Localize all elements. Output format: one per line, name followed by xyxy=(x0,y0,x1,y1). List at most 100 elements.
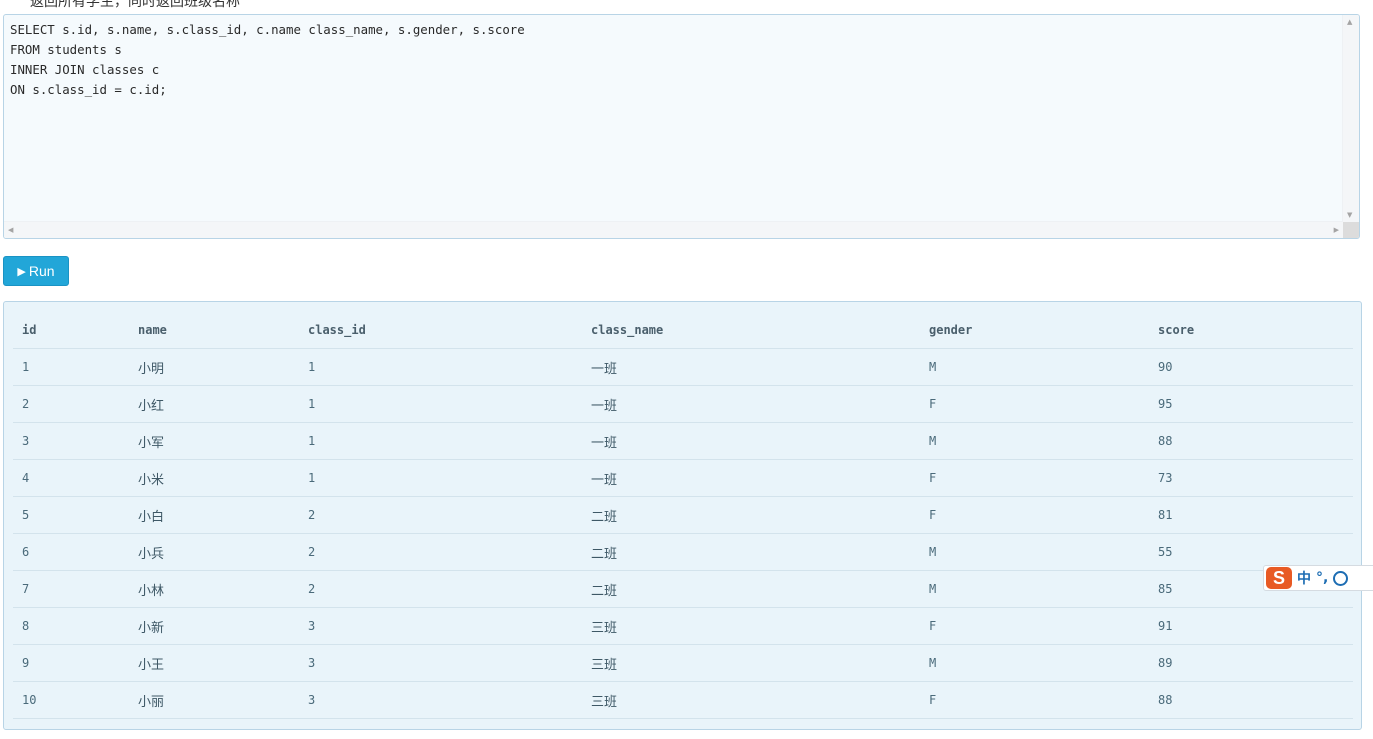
table-row: 8 小新 3 三班 F 91 xyxy=(13,607,1353,645)
table-cell-id: 9 xyxy=(13,644,129,682)
column-header: score xyxy=(1149,312,1353,349)
sql-code[interactable]: SELECT s.id, s.name, s.class_id, c.name … xyxy=(10,20,525,100)
sql-editor[interactable]: SELECT s.id, s.name, s.class_id, c.name … xyxy=(3,14,1360,239)
table-cell-score: 90 xyxy=(1149,348,1353,386)
table-row: 6 小兵 2 二班 M 55 xyxy=(13,533,1353,571)
table-cell-gender: M xyxy=(920,533,1149,571)
table-cell-class_name: 二班 xyxy=(582,570,920,608)
table-cell-class_name: 二班 xyxy=(582,496,920,534)
code-line: ON s.class_id = c.id; xyxy=(10,82,167,97)
ime-toolbar[interactable]: S 中 °, xyxy=(1263,565,1373,591)
table-row: 10 小丽 3 三班 F 88 xyxy=(13,681,1353,719)
column-header: id xyxy=(13,312,129,349)
table-cell-score: 73 xyxy=(1149,459,1353,497)
table-row: 1 小明 1 一班 M 90 xyxy=(13,348,1353,386)
table-cell-score: 91 xyxy=(1149,607,1353,645)
table-cell-name: 小米 xyxy=(129,459,299,497)
table-cell-name: 小兵 xyxy=(129,533,299,571)
ime-mode-toggle[interactable]: 中 xyxy=(1297,568,1311,588)
table-cell-class_id: 2 xyxy=(299,533,582,571)
vertical-scrollbar[interactable]: ▲ ▼ xyxy=(1342,15,1359,222)
column-header: class_id xyxy=(299,312,582,349)
table-cell-score: 88 xyxy=(1149,422,1353,460)
table-cell-gender: F xyxy=(920,607,1149,645)
table-cell-class_name: 一班 xyxy=(582,348,920,386)
result-panel: id name class_id class_name gender score… xyxy=(3,301,1362,730)
table-cell-gender: M xyxy=(920,570,1149,608)
table-cell-name: 小王 xyxy=(129,644,299,682)
table-cell-score: 81 xyxy=(1149,496,1353,534)
table-cell-gender: M xyxy=(920,422,1149,460)
table-cell-class_id: 2 xyxy=(299,496,582,534)
table-cell-class_name: 一班 xyxy=(582,385,920,423)
table-cell-id: 5 xyxy=(13,496,129,534)
header-row: id name class_id class_name gender score xyxy=(13,312,1353,349)
result-table: id name class_id class_name gender score… xyxy=(13,312,1353,719)
table-row: 9 小王 3 三班 M 89 xyxy=(13,644,1353,682)
instruction-text: 返回所有学生，同时返回班级名称 xyxy=(30,0,240,10)
horizontal-scrollbar[interactable]: ◀ ▶ xyxy=(4,221,1343,238)
table-cell-id: 8 xyxy=(13,607,129,645)
table-cell-name: 小丽 xyxy=(129,681,299,719)
code-line: INNER JOIN classes c xyxy=(10,62,160,77)
code-line: FROM students s xyxy=(10,42,122,57)
result-rows: 1 小明 1 一班 M 90 2 小红 1 一班 F 95 3 小军 1 一班 M 88 4 小米 1 一班 F 73 5 小白 2… xyxy=(13,348,1353,719)
table-cell-name: 小明 xyxy=(129,348,299,386)
table-cell-id: 3 xyxy=(13,422,129,460)
table-cell-id: 6 xyxy=(13,533,129,571)
table-cell-class_name: 一班 xyxy=(582,422,920,460)
play-icon: ▶ xyxy=(17,265,26,278)
table-cell-class_id: 2 xyxy=(299,570,582,608)
table-cell-class_id: 3 xyxy=(299,681,582,719)
column-header: gender xyxy=(920,312,1149,349)
table-cell-class_id: 1 xyxy=(299,385,582,423)
table-cell-score: 88 xyxy=(1149,681,1353,719)
table-cell-gender: F xyxy=(920,459,1149,497)
smiley-icon[interactable] xyxy=(1333,570,1349,586)
run-button-label: Run xyxy=(28,263,55,279)
scroll-down-icon[interactable]: ▼ xyxy=(1347,211,1352,219)
table-row: 4 小米 1 一班 F 73 xyxy=(13,459,1353,497)
table-cell-score: 89 xyxy=(1149,644,1353,682)
column-header: name xyxy=(129,312,299,349)
table-cell-name: 小红 xyxy=(129,385,299,423)
sogou-logo-icon[interactable]: S xyxy=(1266,567,1292,589)
table-cell-class_name: 三班 xyxy=(582,607,920,645)
table-cell-class_id: 1 xyxy=(299,348,582,386)
table-cell-class_name: 二班 xyxy=(582,533,920,571)
table-cell-name: 小军 xyxy=(129,422,299,460)
run-button[interactable]: ▶ Run xyxy=(3,256,69,286)
table-row: 5 小白 2 二班 F 81 xyxy=(13,496,1353,534)
table-cell-class_id: 1 xyxy=(299,459,582,497)
scroll-up-icon[interactable]: ▲ xyxy=(1347,18,1352,26)
table-cell-id: 2 xyxy=(13,385,129,423)
table-cell-name: 小林 xyxy=(129,570,299,608)
table-cell-gender: M xyxy=(920,644,1149,682)
code-line: SELECT s.id, s.name, s.class_id, c.name … xyxy=(10,22,525,37)
table-cell-id: 1 xyxy=(13,348,129,386)
table-cell-id: 7 xyxy=(13,570,129,608)
table-cell-class_name: 三班 xyxy=(582,644,920,682)
table-cell-class_name: 一班 xyxy=(582,459,920,497)
table-cell-class_name: 三班 xyxy=(582,681,920,719)
table-cell-class_id: 1 xyxy=(299,422,582,460)
column-header: class_name xyxy=(582,312,920,349)
table-cell-gender: F xyxy=(920,496,1149,534)
ime-punctuation-toggle[interactable]: °, xyxy=(1316,570,1328,586)
table-row: 3 小军 1 一班 M 88 xyxy=(13,422,1353,460)
table-row: 2 小红 1 一班 F 95 xyxy=(13,385,1353,423)
scroll-right-icon[interactable]: ▶ xyxy=(1334,226,1339,234)
table-cell-score: 95 xyxy=(1149,385,1353,423)
table-cell-gender: F xyxy=(920,385,1149,423)
table-cell-name: 小新 xyxy=(129,607,299,645)
scrollbar-corner xyxy=(1343,222,1359,238)
table-cell-class_id: 3 xyxy=(299,607,582,645)
table-cell-name: 小白 xyxy=(129,496,299,534)
table-cell-gender: M xyxy=(920,348,1149,386)
table-cell-class_id: 3 xyxy=(299,644,582,682)
table-cell-id: 4 xyxy=(13,459,129,497)
table-cell-id: 10 xyxy=(13,681,129,719)
scroll-left-icon[interactable]: ◀ xyxy=(8,226,13,234)
table-cell-gender: F xyxy=(920,681,1149,719)
table-row: 7 小林 2 二班 M 85 xyxy=(13,570,1353,608)
